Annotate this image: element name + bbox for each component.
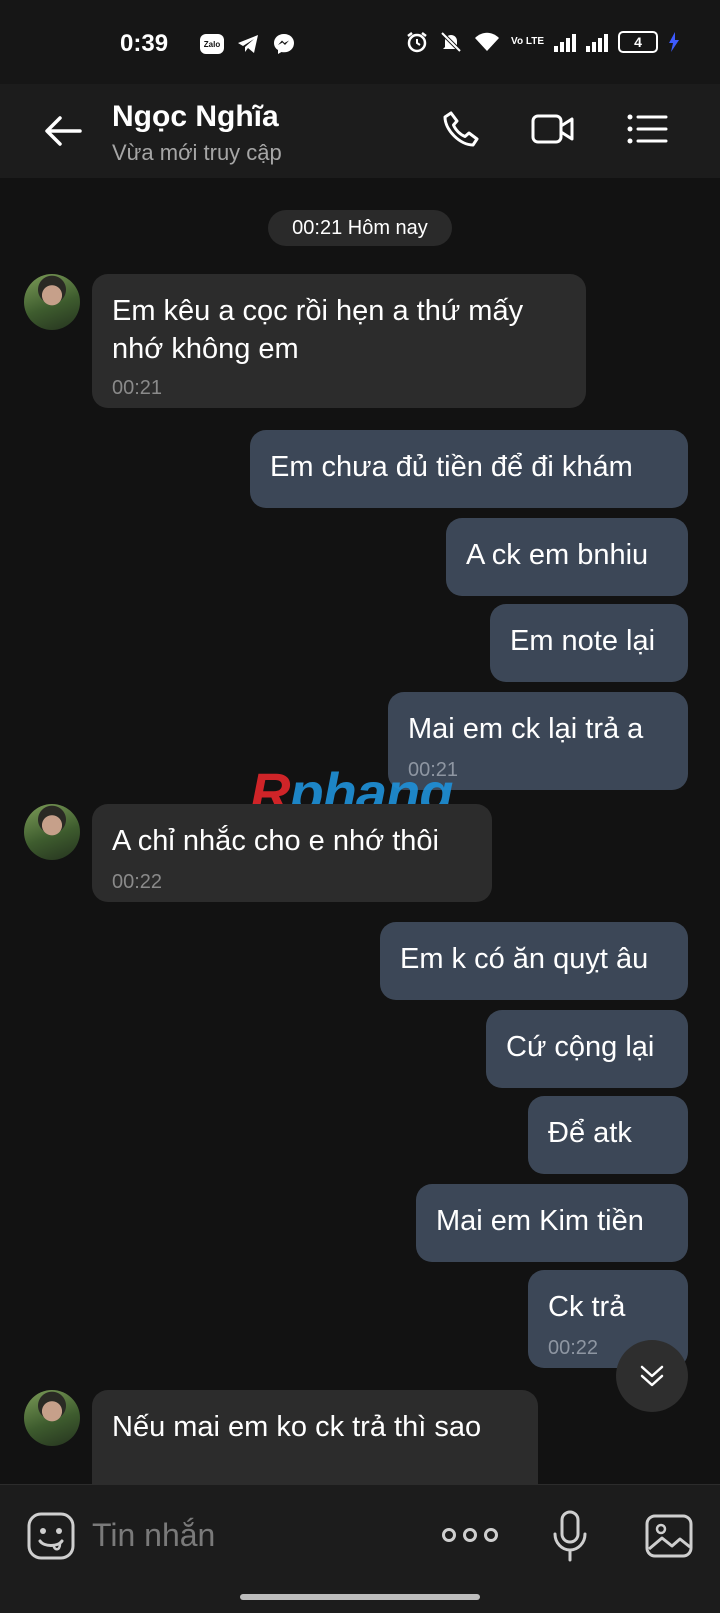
double-chevron-down-icon xyxy=(640,1365,664,1387)
menu-button[interactable] xyxy=(622,104,672,154)
avatar[interactable] xyxy=(24,274,80,330)
status-bar: 0:39 Zalo Vo LTE 4 xyxy=(0,0,720,84)
message-text: Em note lại xyxy=(510,625,656,657)
message-text: A ck em bnhiu xyxy=(466,539,649,571)
notification-icons: Zalo xyxy=(200,32,296,56)
message-time: 00:22 xyxy=(112,871,163,893)
message-bubble-outgoing[interactable]: Để atk xyxy=(528,1096,688,1174)
message-input[interactable] xyxy=(92,1509,412,1561)
voice-call-button[interactable] xyxy=(436,104,486,154)
message-text: Mai em Kim tiền xyxy=(436,1205,644,1237)
message-bubble-outgoing[interactable]: Mai em Kim tiền xyxy=(416,1184,688,1262)
message-bubble-incoming[interactable]: A chỉ nhắc cho e nhớ thôi 00:22 xyxy=(92,804,492,902)
avatar[interactable] xyxy=(24,804,80,860)
message-text: Ck trả xyxy=(548,1291,626,1323)
avatar[interactable] xyxy=(24,1390,80,1446)
contact-status: Vừa mới truy cập xyxy=(112,140,282,165)
message-bubble-outgoing[interactable]: A ck em bnhiu xyxy=(446,518,688,596)
message-list[interactable]: 00:21 Hôm nay Em kêu a cọc rồi hẹn a thứ… xyxy=(0,178,720,1484)
video-camera-icon xyxy=(531,114,574,144)
message-bubble-outgoing[interactable]: Cứ cộng lại xyxy=(486,1010,688,1088)
message-text: Mai em ck lại trả a xyxy=(408,713,644,745)
battery-icon: 4 xyxy=(618,31,658,53)
alarm-icon xyxy=(407,32,427,53)
zalo-icon: Zalo xyxy=(200,34,224,54)
sticker-smile-icon xyxy=(27,1512,75,1560)
message-time: 00:21 xyxy=(112,377,163,399)
more-options-button[interactable] xyxy=(442,1515,498,1555)
date-separator: 00:21 Hôm nay xyxy=(268,210,452,246)
chat-header: Ngọc Nghĩa Vừa mới truy cập xyxy=(0,84,720,178)
scroll-to-bottom-button[interactable] xyxy=(616,1340,688,1412)
message-text: Cứ cộng lại xyxy=(506,1031,655,1063)
message-bubble-outgoing[interactable]: Em note lại xyxy=(490,604,688,682)
contact-name[interactable]: Ngọc Nghĩa xyxy=(112,100,279,134)
messenger-icon xyxy=(274,34,294,54)
emoji-button[interactable] xyxy=(26,1511,76,1561)
message-bubble-incoming[interactable]: Em kêu a cọc rồi hẹn a thứ mấy nhớ không… xyxy=(92,274,586,408)
mute-bell-icon xyxy=(440,31,462,53)
phone-icon xyxy=(443,111,479,147)
dot-icon xyxy=(442,1528,456,1542)
video-call-button[interactable] xyxy=(528,104,578,154)
message-bubble-outgoing[interactable]: Em k có ăn quỵt âu xyxy=(380,922,688,1000)
dot-icon xyxy=(463,1528,477,1542)
message-text: Em chưa đủ tiền để đi khám xyxy=(270,451,633,483)
signal-icon-2 xyxy=(586,32,608,52)
message-text: A chỉ nhắc cho e nhớ thôi xyxy=(112,825,439,857)
message-text: Nếu mai em ko ck trả thì sao xyxy=(112,1411,482,1443)
back-button[interactable] xyxy=(40,108,90,154)
system-icons: Vo LTE 4 xyxy=(405,30,680,54)
microphone-icon xyxy=(553,1510,587,1562)
volte-indicator: Vo LTE xyxy=(511,36,544,47)
dot-icon xyxy=(484,1528,498,1542)
signal-icon-1 xyxy=(554,32,576,52)
message-text: Em k có ăn quỵt âu xyxy=(400,943,649,975)
message-time: 00:22 xyxy=(548,1337,599,1359)
image-icon xyxy=(645,1514,693,1558)
wifi-icon xyxy=(475,32,500,51)
list-menu-icon xyxy=(627,114,668,144)
message-bubble-outgoing[interactable]: Em chưa đủ tiền để đi khám xyxy=(250,430,688,508)
gallery-button[interactable] xyxy=(644,1511,694,1561)
message-bubble-incoming[interactable]: Nếu mai em ko ck trả thì sao xyxy=(92,1390,538,1484)
charging-icon xyxy=(669,32,679,52)
home-indicator[interactable] xyxy=(240,1594,480,1600)
message-text: Em kêu a cọc rồi hẹn a thứ mấy nhớ không… xyxy=(112,295,524,365)
telegram-icon xyxy=(238,35,258,53)
status-time: 0:39 xyxy=(120,30,169,57)
arrow-left-icon xyxy=(45,116,82,146)
message-text: Để atk xyxy=(548,1117,632,1149)
voice-record-button[interactable] xyxy=(550,1509,590,1563)
